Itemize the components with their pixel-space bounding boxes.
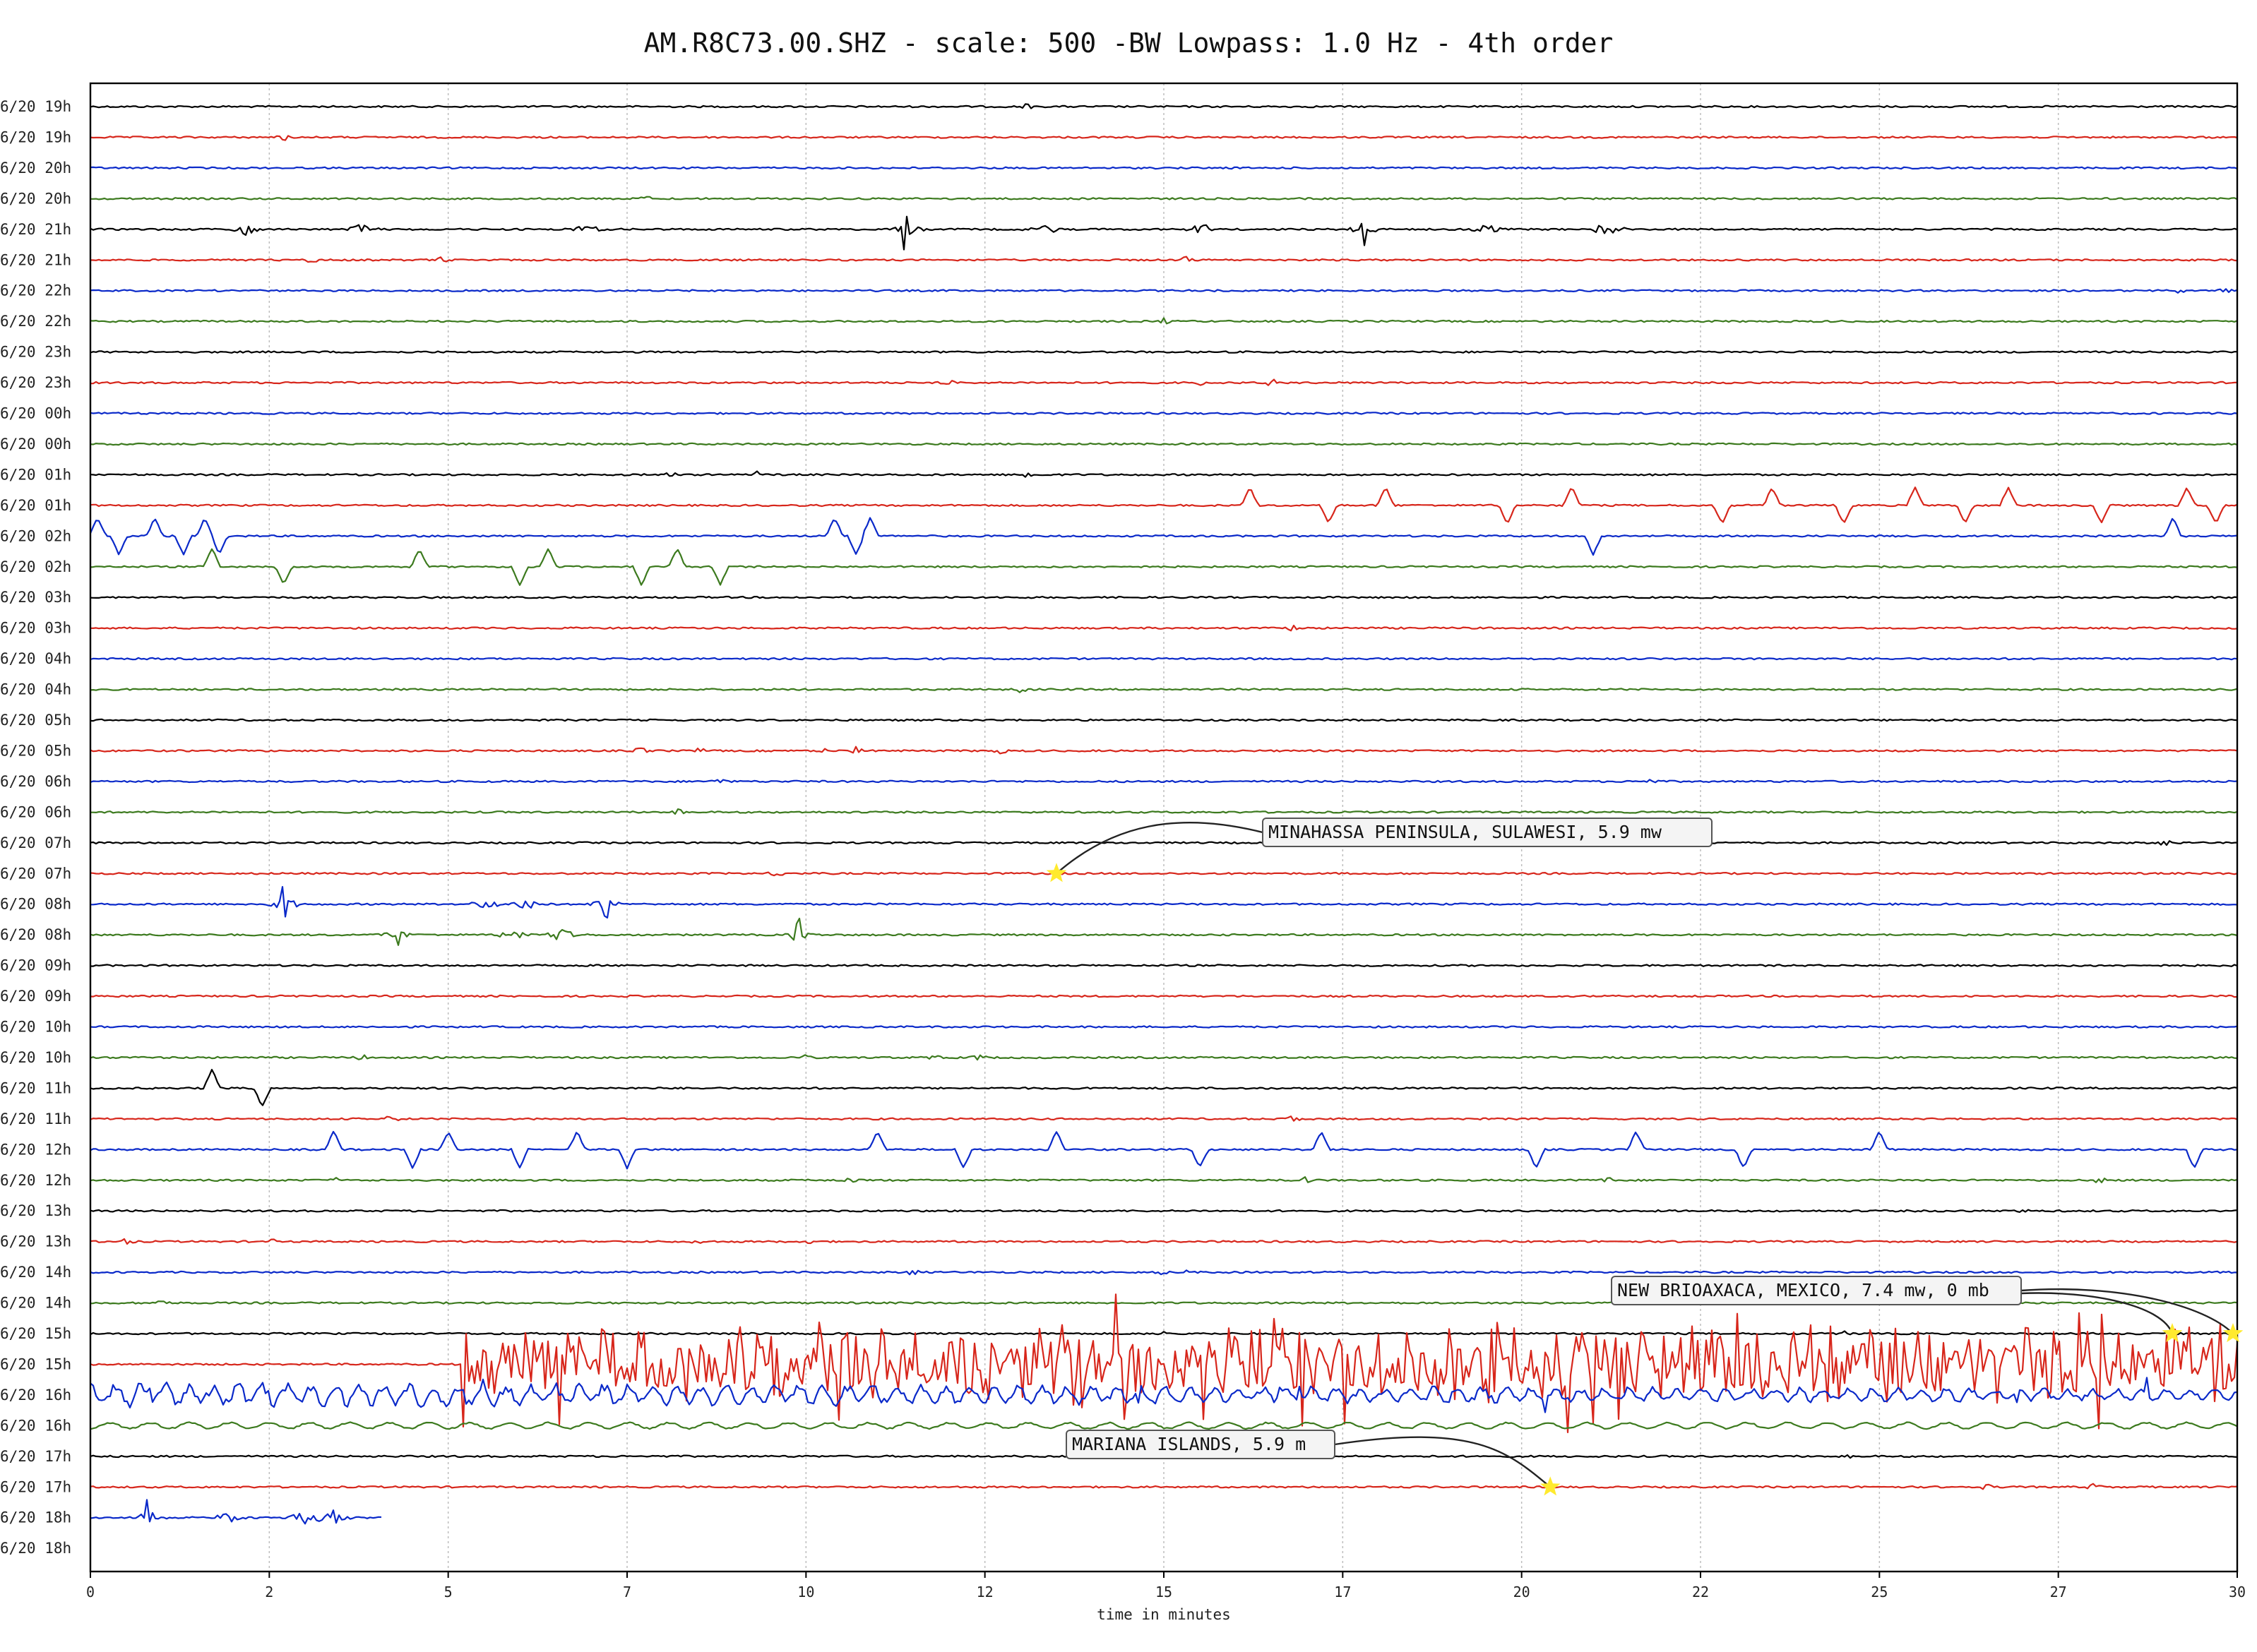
x-tick-label: 27 [2050, 1584, 2067, 1600]
row-label: 6/20 03h [0, 620, 71, 637]
seismic-trace [90, 486, 2238, 524]
row-label: 6/20 09h [0, 957, 71, 974]
annotation-leader [2020, 1288, 2234, 1334]
row-label: 6/20 00h [0, 436, 71, 453]
event-star-icon [2222, 1323, 2244, 1343]
row-label: 6/20 03h [0, 589, 71, 606]
row-label: 6/20 04h [0, 681, 71, 698]
x-tick-label: 17 [1334, 1584, 1351, 1600]
row-label: 6/20 12h [0, 1172, 71, 1189]
row-label: 6/20 18h [0, 1509, 71, 1526]
row-label: 6/20 06h [0, 773, 71, 790]
helicorder-chart: AM.R8C73.00.SHZ - scale: 500 -BW Lowpass… [0, 28, 2246, 1623]
row-label: 6/20 15h [0, 1325, 71, 1342]
row-label: 6/20 08h [0, 896, 71, 913]
annotation-label: MINAHASSA PENINSULA, SULAWESI, 5.9 mw [1268, 822, 1662, 842]
x-tick-label: 20 [1513, 1584, 1530, 1600]
row-label: 6/20 12h [0, 1141, 71, 1158]
annotation-leader [1056, 822, 1263, 875]
row-label: 6/20 13h [0, 1233, 71, 1250]
x-axis-label: time in minutes [1097, 1606, 1231, 1623]
row-label: 6/20 04h [0, 650, 71, 667]
seismic-trace [90, 412, 2238, 415]
row-label: 6/20 10h [0, 1049, 71, 1066]
x-tick-label: 7 [623, 1584, 631, 1600]
row-label: 6/20 23h [0, 344, 71, 361]
event-star-icon [1540, 1476, 1561, 1496]
x-tick-label: 5 [444, 1584, 453, 1600]
x-tick-label: 2 [265, 1584, 273, 1600]
row-label: 6/20 07h [0, 834, 71, 851]
x-axis-ticks: 0 2 5 7 10 12 15 17 20 22 25 27 30 [86, 1572, 2246, 1600]
row-label: 6/20 17h [0, 1448, 71, 1465]
row-label: 6/20 15h [0, 1355, 71, 1372]
seismic-trace [90, 994, 2238, 998]
row-label: 6/20 20h [0, 190, 71, 207]
seismic-trace [90, 657, 2238, 661]
row-label: 6/20 02h [0, 527, 71, 544]
row-label: 6/20 05h [0, 742, 71, 759]
event-star-icon [2162, 1323, 2183, 1343]
x-tick-label: 15 [1155, 1584, 1172, 1600]
seismic-trace [90, 1054, 2238, 1061]
row-label: 6/20 23h [0, 374, 71, 391]
seismic-trace [90, 1025, 2238, 1029]
row-label: 6/20 20h [0, 160, 71, 176]
row-label: 6/20 01h [0, 497, 71, 514]
row-label: 6/20 16h [0, 1417, 71, 1434]
x-tick-label: 25 [1871, 1584, 1888, 1600]
row-label: 6/20 05h [0, 712, 71, 729]
seismic-trace [90, 964, 2238, 967]
row-label: 6/20 22h [0, 313, 71, 330]
x-tick-label: 30 [2229, 1584, 2246, 1600]
event-star-icon [1046, 863, 1067, 882]
x-tick-label: 22 [1692, 1584, 1709, 1600]
row-label: 6/20 13h [0, 1202, 71, 1219]
x-tick-label: 12 [977, 1584, 994, 1600]
x-tick-label: 10 [797, 1584, 814, 1600]
row-label: 6/20 09h [0, 988, 71, 1005]
seismic-trace [90, 595, 2238, 599]
row-labels: 6/20 19h 6/20 19h 6/20 20h 6/20 20h 6/20 21h… [0, 98, 71, 1557]
row-label: 6/20 19h [0, 128, 71, 145]
seismic-trace [90, 442, 2238, 446]
row-label: 6/20 18h [0, 1540, 71, 1557]
row-label: 6/20 10h [0, 1019, 71, 1036]
row-label: 6/20 08h [0, 926, 71, 943]
row-label: 6/20 19h [0, 98, 71, 115]
row-label: 6/20 17h [0, 1478, 71, 1495]
row-label: 6/20 02h [0, 558, 71, 575]
annotation-label: MARIANA ISLANDS, 5.9 m [1072, 1434, 1306, 1454]
row-label: 6/20 06h [0, 803, 71, 820]
row-label: 6/20 07h [0, 865, 71, 882]
annotation-label: NEW BRIOAXACA, MEXICO, 7.4 mw, 0 mb [1617, 1280, 1989, 1300]
row-label: 6/20 16h [0, 1387, 71, 1403]
row-label: 6/20 22h [0, 282, 71, 299]
seismic-trace [90, 624, 2238, 632]
x-tick-label: 0 [86, 1584, 95, 1600]
row-label: 6/20 01h [0, 466, 71, 483]
row-label: 6/20 11h [0, 1079, 71, 1096]
annotation-leader [1334, 1436, 1551, 1488]
row-label: 6/20 21h [0, 221, 71, 238]
row-label: 6/20 00h [0, 405, 71, 422]
row-label: 6/20 21h [0, 251, 71, 268]
chart-title: AM.R8C73.00.SHZ - scale: 500 -BW Lowpass… [644, 28, 1614, 59]
seismic-trace [90, 886, 2238, 919]
annotation-leader [2020, 1292, 2174, 1334]
row-label: 6/20 11h [0, 1111, 71, 1127]
seismic-trace [90, 1499, 382, 1525]
row-label: 6/20 14h [0, 1264, 71, 1281]
seismic-trace [90, 350, 2237, 354]
seismic-trace [90, 917, 2238, 946]
row-label: 6/20 14h [0, 1295, 71, 1312]
seismic-trace [90, 718, 2238, 722]
